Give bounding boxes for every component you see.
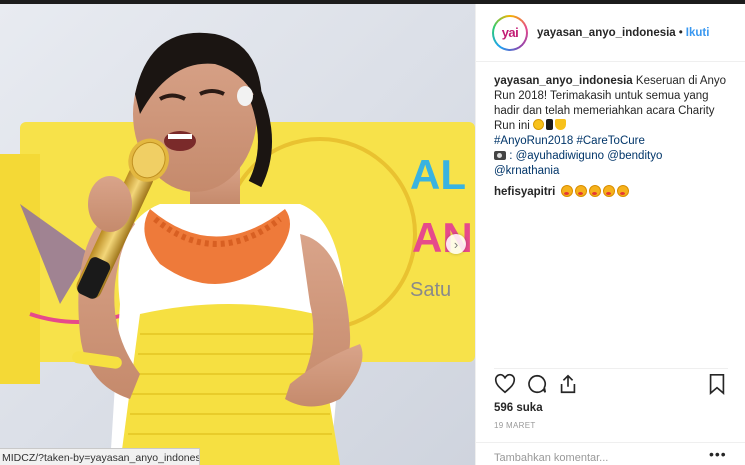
avatar-text: yai	[501, 25, 519, 40]
comment-button[interactable]	[526, 373, 548, 395]
post-header: yai yayasan_anyo_indonesia • Ikuti	[476, 4, 745, 62]
heart-icon	[494, 373, 516, 394]
camera-icon	[494, 151, 506, 160]
share-button[interactable]	[557, 373, 579, 395]
add-comment-input[interactable]	[494, 451, 694, 465]
smile-emoji-icon	[533, 119, 545, 130]
likes-count[interactable]: 596 suka	[494, 402, 543, 414]
save-button[interactable]	[706, 373, 728, 395]
kiss-emoji-icon	[560, 185, 573, 197]
credit-mentions[interactable]: : @ayuhadiwiguno @bendityo	[509, 150, 662, 162]
hashtag-links[interactable]: #AnyoRun2018 #CareToCure	[494, 135, 645, 147]
divider	[494, 368, 728, 369]
ribbon-emoji-icon	[546, 119, 554, 130]
share-icon	[560, 374, 576, 394]
browser-status-url: MIDCZ/?taken-by=yayasan_anyo_indonesia	[0, 448, 200, 465]
comment-username[interactable]: hefisyapitri	[494, 186, 555, 198]
like-button[interactable]	[494, 373, 516, 395]
follow-button[interactable]: Ikuti	[686, 27, 710, 39]
divider	[476, 442, 745, 443]
kiss-emoji-icon	[588, 185, 601, 197]
more-options-button[interactable]: •••	[709, 447, 731, 463]
caption: yayasan_anyo_indonesia Keseruan di Anyo …	[494, 74, 734, 134]
kiss-emoji-icon	[616, 185, 629, 197]
banner-text-3: Satu	[410, 279, 451, 301]
comment-item: hefisyapitri	[494, 185, 734, 200]
caption-hashtags: #AnyoRun2018 #CareToCure	[494, 134, 734, 149]
yellow-heart-emoji-icon	[555, 119, 567, 130]
header-username[interactable]: yayasan_anyo_indonesia	[537, 27, 676, 39]
avatar-logo: yai	[494, 16, 526, 49]
post-side-panel: yai yayasan_anyo_indonesia • Ikuti yayas…	[475, 4, 745, 465]
caption-username[interactable]: yayasan_anyo_indonesia	[494, 75, 633, 87]
credit-mention-2[interactable]: @krnathania	[494, 165, 559, 177]
banner-text-1: AL	[410, 151, 466, 198]
photo-illustration: AL AN Satu	[0, 4, 475, 465]
kiss-emoji-icon	[602, 185, 615, 197]
kiss-emoji-icon	[574, 185, 587, 197]
avatar[interactable]: yai	[492, 14, 528, 51]
next-image-button[interactable]: ›	[446, 234, 466, 254]
post-actions	[494, 373, 728, 395]
caption-credits: : @ayuhadiwiguno @bendityo	[494, 149, 734, 164]
comment-icon	[528, 374, 547, 394]
post-photo: AL AN Satu › MIDCZ/?taken-by=yayasan_any…	[0, 4, 475, 465]
caption-credits-2: @krnathania	[494, 164, 734, 179]
chevron-right-icon: ›	[453, 236, 459, 252]
bookmark-icon	[709, 374, 725, 395]
comments-section: yayasan_anyo_indonesia Keseruan di Anyo …	[494, 74, 734, 200]
post-date[interactable]: 19 MARET	[494, 421, 536, 430]
header-separator: •	[678, 26, 683, 39]
